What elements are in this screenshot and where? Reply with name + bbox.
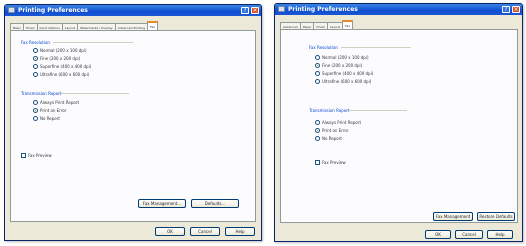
radio-button[interactable] bbox=[315, 79, 320, 84]
radio-label: Always Print Report bbox=[40, 100, 80, 105]
title-bar[interactable]: Printing Preferences ? × bbox=[275, 4, 522, 15]
tab-fax[interactable]: Fax bbox=[342, 20, 354, 29]
close-icon[interactable]: × bbox=[251, 7, 259, 14]
radio-label: Ultrafine (600 x 600 dpi) bbox=[322, 79, 372, 84]
checkbox-label: Fax Preview bbox=[322, 160, 346, 165]
tab-advanced[interactable]: Advanced bbox=[280, 22, 301, 29]
group-divider bbox=[341, 47, 411, 48]
group-divider bbox=[347, 110, 407, 111]
window-title: Printing Preferences bbox=[288, 6, 358, 13]
help-icon[interactable]: ? bbox=[502, 6, 510, 13]
radio-button[interactable] bbox=[315, 128, 320, 133]
printer-icon bbox=[278, 6, 285, 12]
radio-label: Print on Error bbox=[40, 108, 67, 113]
radio-print-on-error[interactable]: Print on Error bbox=[33, 108, 66, 113]
cancel-button[interactable]: Cancel bbox=[455, 230, 483, 239]
fax-preview-checkbox[interactable]: Fax Preview bbox=[21, 153, 52, 158]
radio-button[interactable] bbox=[33, 108, 38, 113]
radio-button[interactable] bbox=[33, 64, 38, 69]
fax-preview-checkbox[interactable]: Fax Preview bbox=[315, 160, 346, 165]
help-button[interactable]: Help bbox=[225, 227, 255, 236]
tab-fax[interactable]: Fax bbox=[147, 21, 159, 30]
transmission-report-caption: Transmission Report bbox=[309, 108, 350, 113]
tab-layout[interactable]: Layout bbox=[61, 23, 78, 30]
fax-resolution-caption: Fax Resolution bbox=[21, 40, 50, 45]
radio-label: Superfine (400 x 400 dpi) bbox=[40, 64, 92, 69]
checkbox[interactable] bbox=[315, 160, 320, 165]
restore-defaults-button[interactable]: Restore Defaults bbox=[477, 212, 515, 221]
tab-strip: Advanced Paper Finish Layout Fax bbox=[280, 20, 354, 29]
radio-fine[interactable]: Fine (200 x 200 dpi) bbox=[33, 56, 80, 61]
radio-button[interactable] bbox=[33, 56, 38, 61]
radio-label: Normal (200 x 100 dpi) bbox=[322, 55, 369, 60]
tab-basic[interactable]: Basic bbox=[10, 23, 24, 30]
close-icon[interactable]: × bbox=[512, 6, 520, 13]
radio-always-print-report[interactable]: Always Print Report bbox=[33, 100, 79, 105]
transmission-report-caption: Transmission Report bbox=[21, 91, 62, 96]
tab-advanced-printing[interactable]: Advanced Printing bbox=[114, 23, 149, 30]
tab-layout[interactable]: Layout bbox=[326, 22, 344, 29]
defaults-button[interactable]: Defaults... bbox=[191, 199, 239, 208]
radio-button[interactable] bbox=[315, 55, 320, 60]
radio-no-report[interactable]: No Report bbox=[315, 136, 342, 141]
tab-strip: Basic Finish Input Options Layout Waterm… bbox=[10, 21, 159, 30]
radio-label: Normal (200 x 100 dpi) bbox=[40, 48, 87, 53]
window-title: Printing Preferences bbox=[18, 7, 88, 14]
radio-label: Always Print Report bbox=[322, 120, 362, 125]
radio-normal[interactable]: Normal (200 x 100 dpi) bbox=[33, 48, 87, 53]
radio-button[interactable] bbox=[315, 120, 320, 125]
fax-management-button[interactable]: Fax Management... bbox=[138, 199, 186, 208]
radio-button[interactable] bbox=[315, 63, 320, 68]
title-bar[interactable]: Printing Preferences ? × bbox=[5, 5, 261, 16]
radio-superfine[interactable]: Superfine (400 x 400 dpi) bbox=[315, 71, 373, 76]
radio-button[interactable] bbox=[33, 116, 38, 121]
radio-ultrafine[interactable]: Ultrafine (600 x 600 dpi) bbox=[315, 79, 371, 84]
radio-superfine[interactable]: Superfine (400 x 400 dpi) bbox=[33, 64, 91, 69]
radio-button[interactable] bbox=[33, 72, 38, 77]
radio-label: Print on Error bbox=[322, 128, 349, 133]
group-divider bbox=[53, 42, 133, 43]
radio-button[interactable] bbox=[33, 100, 38, 105]
ok-button[interactable]: OK bbox=[425, 230, 451, 239]
printing-preferences-dialog-right: Printing Preferences ? × Advanced Paper … bbox=[274, 3, 523, 242]
radio-button[interactable] bbox=[315, 136, 320, 141]
tab-watermarks[interactable]: Watermarks / Overlay bbox=[77, 23, 116, 30]
help-button[interactable]: Help bbox=[487, 230, 513, 239]
tab-paper[interactable]: Paper bbox=[299, 22, 315, 29]
radio-print-on-error[interactable]: Print on Error bbox=[315, 128, 348, 133]
checkbox[interactable] bbox=[21, 153, 26, 158]
radio-always-print-report[interactable]: Always Print Report bbox=[315, 120, 361, 125]
radio-label: Fine (200 x 200 dpi) bbox=[322, 63, 363, 68]
fax-tab-panel: Fax Resolution Normal (200 x 100 dpi) Fi… bbox=[280, 29, 518, 223]
radio-button[interactable] bbox=[33, 48, 38, 53]
radio-label: No Report bbox=[40, 116, 60, 121]
checkbox-label: Fax Preview bbox=[28, 153, 52, 158]
radio-label: Ultrafine (600 x 600 dpi) bbox=[40, 72, 90, 77]
help-icon[interactable]: ? bbox=[241, 7, 249, 14]
radio-label: Fine (200 x 200 dpi) bbox=[40, 56, 81, 61]
tab-input-options[interactable]: Input Options bbox=[36, 23, 63, 30]
printing-preferences-dialog-left: Printing Preferences ? × Basic Finish In… bbox=[4, 4, 262, 241]
radio-fine[interactable]: Fine (200 x 200 dpi) bbox=[315, 63, 362, 68]
radio-no-report[interactable]: No Report bbox=[33, 116, 60, 121]
fax-resolution-caption: Fax Resolution bbox=[309, 45, 338, 50]
radio-normal[interactable]: Normal (200 x 100 dpi) bbox=[315, 55, 369, 60]
group-divider bbox=[59, 93, 129, 94]
tab-finish[interactable]: Finish bbox=[313, 22, 328, 29]
fax-management-button[interactable]: Fax Management bbox=[433, 212, 473, 221]
tab-finish[interactable]: Finish bbox=[22, 23, 38, 30]
fax-tab-panel: Fax Resolution Normal (200 x 100 dpi) Fi… bbox=[10, 30, 256, 222]
radio-ultrafine[interactable]: Ultrafine (600 x 600 dpi) bbox=[33, 72, 89, 77]
radio-label: No Report bbox=[322, 136, 342, 141]
radio-button[interactable] bbox=[315, 71, 320, 76]
ok-button[interactable]: OK bbox=[155, 227, 185, 236]
cancel-button[interactable]: Cancel bbox=[190, 227, 220, 236]
radio-label: Superfine (400 x 400 dpi) bbox=[322, 71, 374, 76]
printer-icon bbox=[8, 7, 15, 13]
